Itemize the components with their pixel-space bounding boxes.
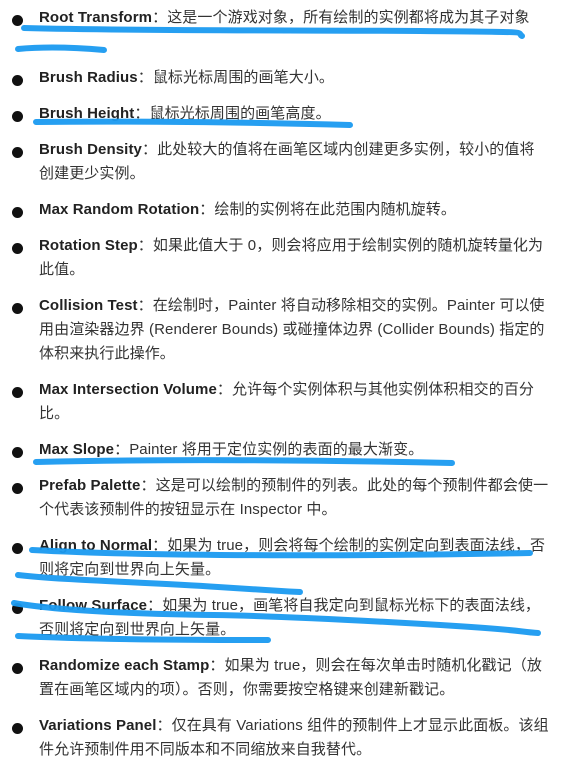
item-term: Max Slope <box>39 441 115 458</box>
item-separator: ： <box>114 441 130 458</box>
item-term: Prefab Palette <box>39 477 141 494</box>
item-term: Align to Normal <box>39 537 153 554</box>
item-separator: ： <box>137 237 153 254</box>
item-text: Brush Height：鼠标光标周围的画笔高度。 <box>39 102 549 126</box>
bullet <box>12 75 23 86</box>
bullet <box>12 483 23 494</box>
item-description: 绘制的实例将在此范围内随机旋转。 <box>214 201 456 218</box>
item-separator: ： <box>152 537 168 554</box>
item-term: Brush Radius <box>39 69 138 86</box>
item-separator: ： <box>199 201 215 218</box>
item-separator: ： <box>140 477 156 494</box>
item-description: 这是一个游戏对象，所有绘制的实例都将成为其子对象 <box>167 9 530 26</box>
item-description: Painter 将用于定位实例的表面的最大渐变。 <box>129 441 424 458</box>
item-term: Max Intersection Volume <box>39 381 217 398</box>
item-term: Brush Height <box>39 105 135 122</box>
item-text: Max Intersection Volume：允许每个实例体积与其他实例体积相… <box>39 378 549 426</box>
item-separator: ： <box>142 141 158 158</box>
bullet <box>12 543 23 554</box>
bullet <box>12 15 23 26</box>
parameter-list: Root Transform：这是一个游戏对象，所有绘制的实例都将成为其子对象 … <box>0 0 574 767</box>
item-separator: ： <box>152 9 168 26</box>
bullet <box>12 207 23 218</box>
item-text: Brush Density：此处较大的值将在画笔区域内创建更多实例，较小的值将创… <box>39 138 549 186</box>
item-text: Randomize each Stamp：如果为 true，则会在每次单击时随机… <box>39 654 549 702</box>
item-separator: ： <box>134 105 150 122</box>
item-separator: ： <box>137 69 153 86</box>
bullet <box>12 303 23 314</box>
item-term: Max Random Rotation <box>39 201 200 218</box>
item-term: Root Transform <box>39 9 153 26</box>
bullet <box>12 243 23 254</box>
item-text: Root Transform：这是一个游戏对象，所有绘制的实例都将成为其子对象 <box>39 6 549 30</box>
item-text: Brush Radius：鼠标光标周围的画笔大小。 <box>39 66 549 90</box>
item-text: Max Slope：Painter 将用于定位实例的表面的最大渐变。 <box>39 438 549 462</box>
bullet <box>12 447 23 458</box>
item-text: Max Random Rotation：绘制的实例将在此范围内随机旋转。 <box>39 198 549 222</box>
bullet <box>12 723 23 734</box>
bullet <box>12 603 23 614</box>
item-term: Collision Test <box>39 297 138 314</box>
item-separator: ： <box>137 297 153 314</box>
item-separator: ： <box>209 657 225 674</box>
item-text: Collision Test：在绘制时，Painter 将自动移除相交的实例。P… <box>39 294 549 366</box>
item-separator: ： <box>156 717 172 734</box>
item-text: Prefab Palette：这是可以绘制的预制件的列表。此处的每个预制件都会使… <box>39 474 549 522</box>
item-description: 鼠标光标周围的画笔大小。 <box>152 69 335 86</box>
item-text: Variations Panel：仅在具有 Variations 组件的预制件上… <box>39 714 549 762</box>
item-separator: ： <box>147 597 163 614</box>
item-term: Follow Surface <box>39 597 148 614</box>
item-term: Randomize each Stamp <box>39 657 210 674</box>
bullet <box>12 663 23 674</box>
item-text: Align to Normal：如果为 true，则会将每个绘制的实例定向到表面… <box>39 534 549 582</box>
item-term: Brush Density <box>39 141 142 158</box>
bullet <box>12 387 23 398</box>
item-separator: ： <box>216 381 233 398</box>
bullet <box>12 147 23 158</box>
item-term: Variations Panel <box>39 717 157 734</box>
item-text: Rotation Step：如果此值大于 0，则会将应用于绘制实例的随机旋转量化… <box>39 234 549 282</box>
item-description: 鼠标光标周围的画笔高度。 <box>149 105 331 122</box>
bullet <box>12 111 23 122</box>
item-text: Follow Surface：如果为 true，画笔将自我定向到鼠标光标下的表面… <box>39 594 549 642</box>
item-term: Rotation Step <box>39 237 138 254</box>
